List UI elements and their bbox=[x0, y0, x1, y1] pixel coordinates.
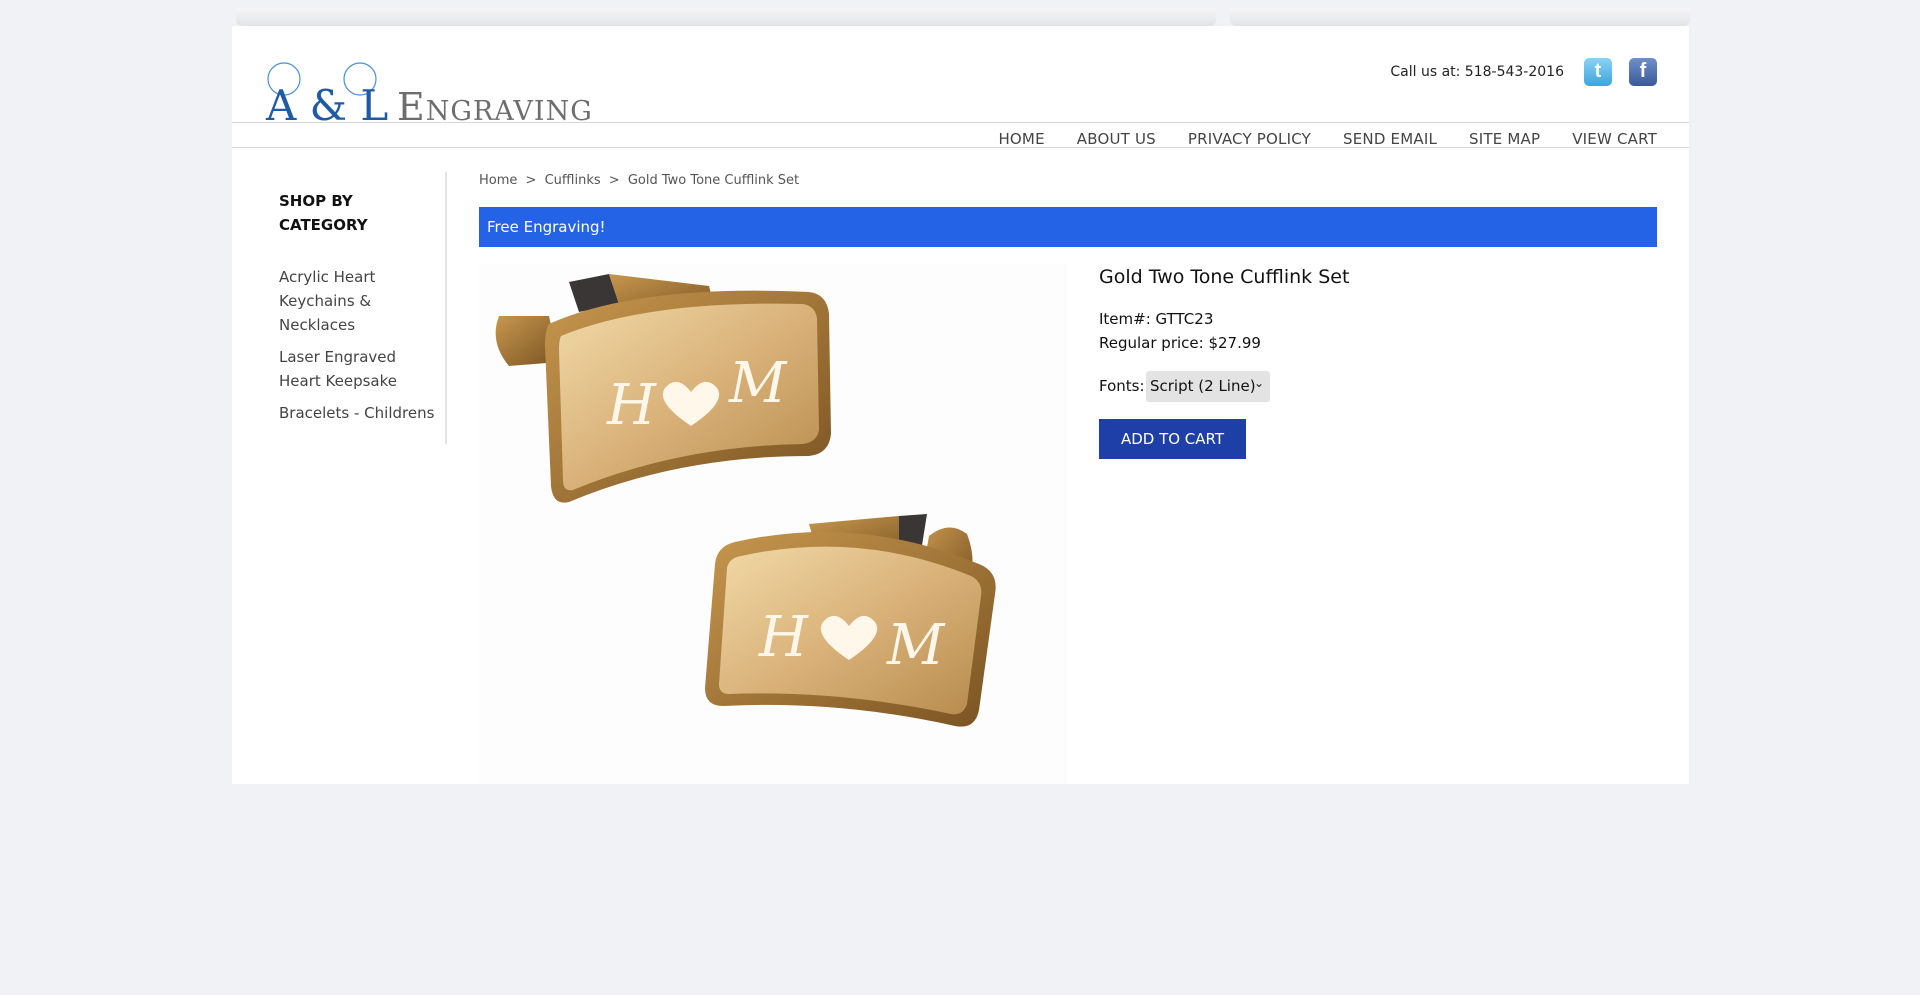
phone-number: Call us at: 518-543-2016 bbox=[1390, 64, 1564, 80]
twitter-icon: t bbox=[1594, 60, 1602, 82]
breadcrumb-home[interactable]: Home bbox=[479, 173, 517, 188]
facebook-link[interactable]: f bbox=[1629, 58, 1657, 86]
breadcrumb-separator: > bbox=[608, 173, 620, 188]
facebook-icon: f bbox=[1639, 60, 1647, 82]
engraving-letter-right-bottom: M bbox=[886, 613, 946, 678]
category-list: Acrylic Heart Keychains & Necklaces Lase… bbox=[279, 265, 439, 425]
breadcrumb-cufflinks[interactable]: Cufflinks bbox=[545, 173, 601, 188]
nav-divider-top bbox=[232, 122, 1689, 123]
fonts-select[interactable]: Script (2 Line) ⌄ bbox=[1146, 371, 1270, 402]
nav-home[interactable]: HOME bbox=[998, 130, 1044, 148]
sidebar-heading: SHOP BY CATEGORY bbox=[279, 189, 439, 237]
main-nav: HOME ABOUT US PRIVACY POLICY SEND EMAIL … bbox=[998, 130, 1657, 148]
breadcrumb-separator: > bbox=[525, 173, 537, 188]
engraving-letter-right: M bbox=[728, 351, 788, 416]
top-shadow-decoration-right bbox=[1230, 8, 1690, 26]
add-to-cart-button[interactable]: ADD TO CART bbox=[1099, 419, 1246, 459]
sidebar-item-acrylic-heart[interactable]: Acrylic Heart Keychains & Necklaces bbox=[279, 265, 439, 337]
promo-banner: Free Engraving! bbox=[479, 207, 1657, 247]
sidebar-heading-line1: SHOP BY bbox=[279, 192, 353, 210]
page-container: A & L Engraving Call us at: 518-543-2016… bbox=[232, 26, 1689, 784]
sidebar-item-laser-heart[interactable]: Laser Engraved Heart Keepsake bbox=[279, 345, 439, 393]
chevron-down-icon: ⌄ bbox=[1253, 376, 1264, 390]
engraving-letter-left: H bbox=[606, 373, 657, 438]
nav-site-map[interactable]: SITE MAP bbox=[1469, 130, 1540, 148]
top-shadow-decoration bbox=[236, 8, 1216, 26]
sidebar-heading-line2: CATEGORY bbox=[279, 216, 368, 234]
logo-graphic: A & L Engraving bbox=[265, 62, 592, 130]
product-image[interactable]: H M H M bbox=[479, 264, 1067, 784]
nav-about-us[interactable]: ABOUT US bbox=[1077, 130, 1156, 148]
site-logo[interactable]: A & L Engraving bbox=[263, 57, 623, 137]
cufflinks-illustration: H M H M bbox=[495, 274, 996, 727]
engraving-letter-left-bottom: H bbox=[758, 605, 809, 670]
sidebar-divider bbox=[445, 172, 447, 444]
breadcrumb: Home > Cufflinks > Gold Two Tone Cufflin… bbox=[479, 173, 803, 188]
cufflink-bottom: H M bbox=[705, 514, 996, 727]
item-number: Item#: GTTC23 bbox=[1099, 310, 1214, 328]
sidebar-item-bracelets[interactable]: Bracelets - Childrens bbox=[279, 401, 439, 425]
fonts-select-value: Script (2 Line) bbox=[1150, 377, 1256, 395]
cufflink-top: H M bbox=[495, 274, 831, 503]
nav-send-email[interactable]: SEND EMAIL bbox=[1343, 130, 1437, 148]
category-sidebar: SHOP BY CATEGORY Acrylic Heart Keychains… bbox=[279, 189, 439, 433]
breadcrumb-current: Gold Two Tone Cufflink Set bbox=[627, 173, 800, 188]
nav-privacy-policy[interactable]: PRIVACY POLICY bbox=[1188, 130, 1311, 148]
regular-price: Regular price: $27.99 bbox=[1099, 334, 1261, 352]
twitter-link[interactable]: t bbox=[1584, 58, 1612, 86]
fonts-label: Fonts: bbox=[1099, 377, 1145, 395]
product-title: Gold Two Tone Cufflink Set bbox=[1099, 266, 1350, 288]
nav-view-cart[interactable]: VIEW CART bbox=[1572, 130, 1657, 148]
